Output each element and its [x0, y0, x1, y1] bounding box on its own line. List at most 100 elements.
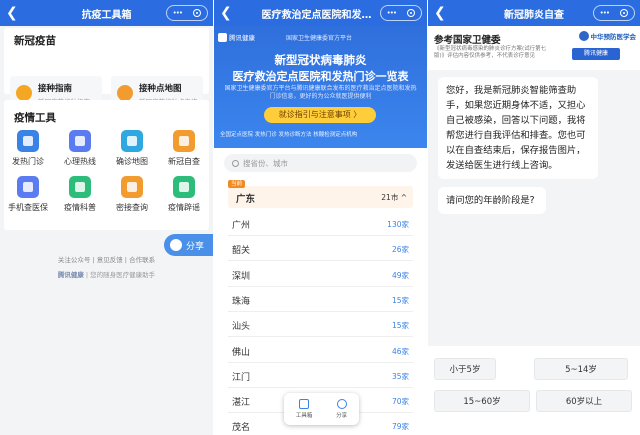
- option-under-5[interactable]: 小于5岁: [434, 358, 496, 380]
- city-row[interactable]: 韶关 26家: [228, 236, 413, 262]
- banner-headline-1: 新型冠状病毒肺炎: [274, 53, 367, 67]
- cdc-name: 中华预防医学会: [590, 33, 637, 41]
- brand-tagline: 您的随身医疗健康助手: [90, 271, 156, 279]
- tool-insurance-card[interactable]: 手机查医保: [4, 176, 52, 213]
- city-row[interactable]: 佛山 46家: [228, 338, 413, 363]
- guide-button[interactable]: 就诊指引与注意事项 〉: [264, 107, 376, 123]
- floating-toolbar: 工具箱 分享: [284, 393, 359, 425]
- banner-tags[interactable]: 全国定点医院 发热门诊 发热诊断方法 核酸检测定点机构: [220, 130, 357, 138]
- insurance-card-icon: [17, 176, 39, 198]
- search-input[interactable]: 搜省份、城市: [224, 154, 417, 172]
- city-row[interactable]: 广州 130家: [228, 211, 413, 236]
- tool-contact-people[interactable]: 密接查询: [108, 176, 156, 213]
- panel-self-check: ❮ 新冠肺炎自查 ••• 参考国家卫健委 《新型冠状病毒感染的肺炎诊疗方案(试行…: [428, 0, 640, 435]
- grid-icon: [299, 399, 310, 409]
- city-count: 70家: [391, 397, 409, 407]
- city-name: 湛江: [232, 398, 251, 409]
- city-name: 江门: [232, 372, 251, 383]
- tool-heart-chat[interactable]: 心理热线: [56, 130, 104, 167]
- share-button[interactable]: 分享: [164, 234, 213, 256]
- city-count: 79家: [391, 422, 409, 432]
- tool-map-location[interactable]: 确诊地图: [108, 130, 156, 167]
- close-target-icon[interactable]: [407, 9, 416, 17]
- share-label: 分享: [336, 413, 348, 419]
- city-count: 26家: [391, 245, 409, 255]
- province-name: 广东: [236, 194, 256, 205]
- mini-program-capsule[interactable]: •••: [593, 5, 635, 21]
- page-title: 新冠肺炎自查: [504, 9, 564, 21]
- city-row[interactable]: 江门 35家: [228, 363, 413, 388]
- banner-desc: 国家卫生健康委官方平台与腾讯健康联合发布的医疗救治定点医院和发热门诊信息，更好的…: [224, 85, 417, 100]
- close-target-icon[interactable]: [620, 9, 629, 17]
- city-name: 深圳: [232, 271, 251, 282]
- mini-program-capsule[interactable]: •••: [380, 5, 422, 21]
- share-label: 分享: [186, 241, 205, 252]
- option-5-14[interactable]: 5~14岁: [534, 358, 628, 380]
- tencent-health-logo: 腾讯健康: [218, 32, 255, 42]
- rumor-icon: [173, 176, 195, 198]
- tool-thermometer[interactable]: 发热门诊: [4, 130, 52, 167]
- bot-message: 您好，我是新冠肺炎智能筛查助手，如果您近期身体不适，又担心自己被感染，回答以下问…: [438, 77, 598, 179]
- current-badge: 当前: [228, 180, 246, 188]
- city-row[interactable]: 汕头 15家: [228, 312, 413, 338]
- city-count: 49家: [391, 270, 409, 280]
- navbar: ❮ 医疗救治定点医院和发热… •••: [214, 0, 427, 26]
- city-count: 35家: [391, 371, 409, 381]
- tool-label: 手机查医保: [8, 203, 48, 212]
- source-header: 参考国家卫健委 《新型冠状病毒感染的肺炎诊疗方案(试行第七版)》评估内容仅供参考…: [428, 26, 640, 70]
- option-over-60[interactable]: 60岁以上: [536, 390, 632, 412]
- back-icon[interactable]: ❮: [434, 5, 448, 21]
- city-name: 茂名: [232, 423, 251, 434]
- city-name: 珠海: [232, 296, 251, 307]
- brand-name: 腾讯健康: [57, 271, 84, 279]
- banner-note: 国家卫生健康委官方平台: [286, 35, 353, 42]
- source-title: 参考国家卫健委: [434, 35, 501, 46]
- map-location-icon: [121, 130, 143, 152]
- province-count: 21市 ^: [381, 193, 407, 202]
- city-name: 佛山: [232, 347, 251, 358]
- search-icon: [232, 159, 239, 167]
- more-icon[interactable]: •••: [387, 9, 397, 17]
- banner-headline-2: 医疗救治定点医院和发热门诊一览表: [232, 70, 409, 83]
- page-title: 医疗救治定点医院和发热…: [261, 9, 380, 21]
- option-15-60[interactable]: 15~60岁: [434, 390, 530, 412]
- footer-brand: 腾讯健康 | 您的随身医疗健康助手: [57, 271, 156, 279]
- toolbox-label: 工具箱: [295, 413, 313, 419]
- share-icon: [170, 239, 182, 251]
- city-count: 46家: [391, 346, 409, 356]
- tool-label: 发热门诊: [12, 157, 44, 166]
- city-row[interactable]: 深圳 49家: [228, 262, 413, 287]
- panel-toolbox: ❮ 抗疫工具箱 ••• 新冠疫苗 接种指南 新冠疫苗接种指南 接种点地图 新冠疫…: [0, 0, 213, 435]
- source-desc: 《新型冠状病毒感染的肺炎诊疗方案(试行第七版)》评估内容仅供参考，不代表诊疗意见: [434, 46, 547, 59]
- tool-label: 密接查询: [116, 203, 148, 212]
- tool-label: 疫情科普: [64, 203, 96, 212]
- back-icon[interactable]: ❮: [220, 5, 234, 21]
- province-header[interactable]: 当前 广东 21市 ^: [228, 180, 413, 208]
- city-row[interactable]: 珠海 15家: [228, 287, 413, 312]
- book-icon: [69, 176, 91, 198]
- close-target-icon[interactable]: [193, 9, 202, 17]
- contact-people-icon: [121, 176, 143, 198]
- tool-self-check[interactable]: 新冠自查: [160, 130, 208, 167]
- tool-label: 疫情辟谣: [168, 203, 200, 212]
- tool-label: 心理热线: [64, 157, 96, 166]
- mini-program-capsule[interactable]: •••: [166, 5, 208, 21]
- vaccine-map-title: 接种点地图: [139, 84, 182, 94]
- page-title: 抗疫工具箱: [81, 9, 132, 21]
- panel-hospitals: ❮ 医疗救治定点医院和发热… ••• 腾讯健康 国家卫生健康委官方平台 新型冠状…: [214, 0, 427, 435]
- more-icon[interactable]: •••: [173, 9, 183, 17]
- tool-label: 新冠自查: [168, 157, 200, 166]
- city-name: 汕头: [232, 322, 251, 333]
- tool-label: 确诊地图: [116, 157, 148, 166]
- search-placeholder: 搜省份、城市: [243, 158, 288, 168]
- question-icon: [16, 85, 32, 101]
- vaccine-card: 新冠疫苗 接种指南 新冠疫苗接种指南 接种点地图 新冠疫苗接种点查询: [4, 28, 209, 112]
- share-button[interactable]: 分享: [336, 399, 347, 419]
- city-count: 15家: [391, 321, 409, 331]
- back-icon[interactable]: ❮: [6, 5, 20, 21]
- more-icon[interactable]: •••: [600, 9, 610, 17]
- tool-rumor[interactable]: 疫情辟谣: [160, 176, 208, 213]
- cdc-logo: 中华预防医学会: [578, 31, 637, 41]
- toolbox-button[interactable]: 工具箱: [295, 399, 313, 419]
- tool-book[interactable]: 疫情科普: [56, 176, 104, 213]
